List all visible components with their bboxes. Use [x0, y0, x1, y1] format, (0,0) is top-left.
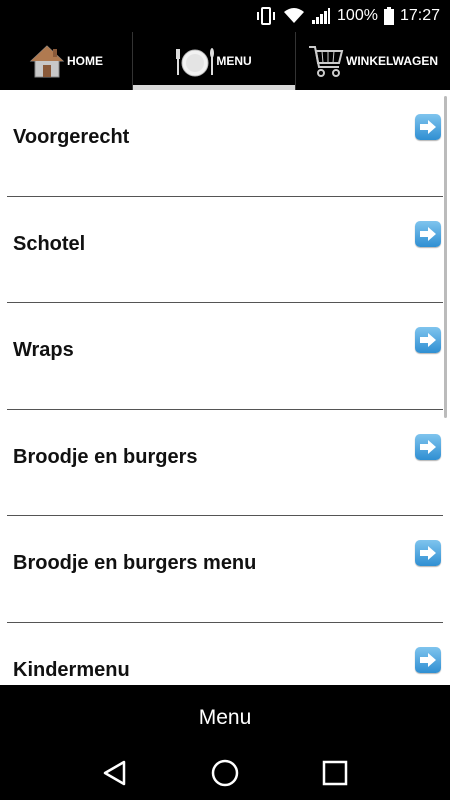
clock: 17:27: [399, 7, 440, 24]
menu-list: Voorgerecht Schotel Wraps Broodje en bur…: [0, 90, 450, 685]
tab-home-label: HOME: [67, 54, 103, 68]
list-item-label: Broodje en burgers menu: [13, 552, 257, 575]
list-item[interactable]: Kindermenu: [7, 623, 443, 686]
system-nav-bar: [0, 745, 450, 800]
list-item-label: Schotel: [13, 232, 86, 255]
battery-percent: 100%: [337, 7, 378, 24]
page-title: Menu: [198, 705, 252, 729]
tab-home[interactable]: HOME: [0, 32, 132, 90]
arrow-right-icon[interactable]: [415, 646, 441, 673]
tab-menu[interactable]: MENU: [132, 32, 296, 90]
wifi-icon: [283, 7, 305, 25]
bottom-title-bar: Menu: [0, 685, 450, 750]
plate-cutlery-icon: [176, 43, 215, 79]
arrow-right-icon[interactable]: [415, 327, 441, 353]
list-item-label: Voorgerecht: [13, 126, 130, 149]
list-item[interactable]: Broodje en burgers: [7, 410, 443, 516]
tab-winkelwagen-label: WINKELWAGEN: [346, 54, 438, 68]
top-nav: HOME MENU WINKELWAGEN: [0, 32, 450, 90]
house-icon: [29, 43, 65, 79]
status-bar: 100% 17:27: [0, 0, 450, 32]
recents-icon[interactable]: [315, 753, 355, 793]
tab-winkelwagen[interactable]: WINKELWAGEN: [296, 32, 450, 90]
arrow-right-icon[interactable]: [415, 540, 441, 566]
back-icon[interactable]: [95, 753, 135, 793]
list-item[interactable]: Broodje en burgers menu: [7, 516, 443, 623]
battery-icon: [383, 7, 394, 25]
signal-icon: [311, 7, 331, 25]
list-item-label: Wraps: [13, 339, 74, 362]
list-item[interactable]: Wraps: [7, 303, 443, 410]
scrollbar[interactable]: [444, 96, 447, 418]
arrow-right-icon[interactable]: [415, 433, 441, 460]
tab-menu-label: MENU: [216, 54, 252, 68]
list-item[interactable]: Voorgerecht: [7, 90, 443, 197]
list-item[interactable]: Schotel: [7, 197, 443, 303]
home-circle-icon[interactable]: [205, 753, 245, 793]
list-item-label: Kindermenu: [13, 658, 130, 681]
list-item-label: Broodje en burgers: [13, 445, 198, 468]
arrow-right-icon[interactable]: [415, 114, 441, 140]
shopping-cart-icon: [308, 43, 344, 79]
arrow-right-icon[interactable]: [415, 220, 441, 247]
vibrate-icon: [255, 7, 277, 25]
